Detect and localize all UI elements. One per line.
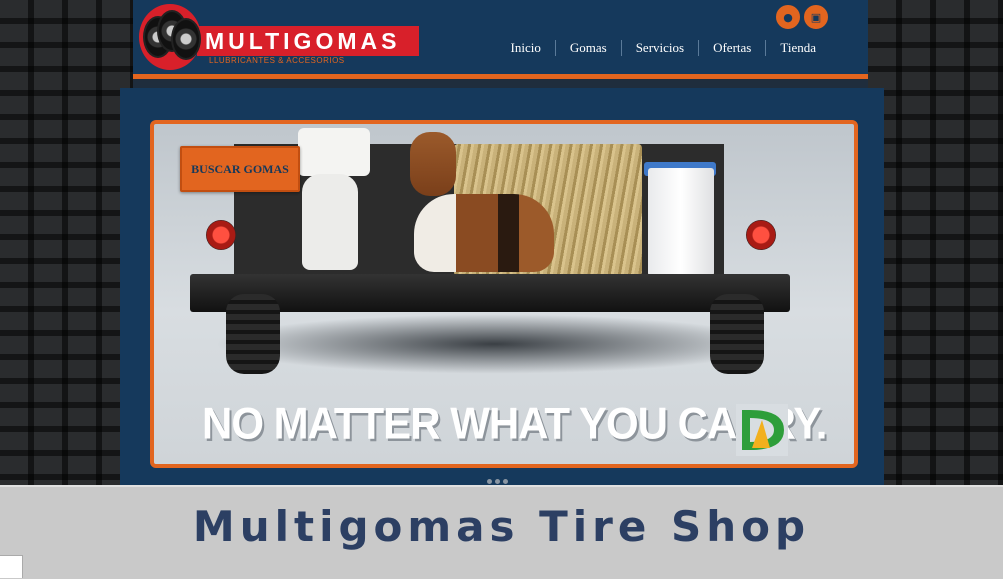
basset-hound-body bbox=[414, 194, 554, 272]
taillight-left bbox=[206, 220, 236, 250]
nav-item-tienda[interactable]: Tienda bbox=[765, 40, 830, 56]
nav-item-inicio[interactable]: Inicio bbox=[497, 40, 555, 56]
carousel-dots bbox=[487, 479, 508, 484]
carousel-dot[interactable] bbox=[487, 479, 492, 484]
header-icons: ● ▣ bbox=[776, 5, 828, 29]
nav-item-ofertas[interactable]: Ofertas bbox=[698, 40, 765, 56]
cart-icon[interactable]: ▣ bbox=[804, 5, 828, 29]
buscar-gomas-button[interactable]: BUSCAR GOMAS bbox=[180, 146, 300, 192]
site-header: MULTIGOMAS LLUBRICANTES & ACCESORIOS ● ▣… bbox=[133, 0, 868, 79]
main-nav: Inicio Gomas Servicios Ofertas Tienda bbox=[497, 40, 830, 56]
slide-slogan: NO MATTER WHAT YOU CARRY. bbox=[202, 398, 827, 449]
nav-item-gomas[interactable]: Gomas bbox=[554, 40, 621, 56]
tire-tread-background-right bbox=[868, 0, 1003, 485]
caption-bar: Multigomas Tire Shop bbox=[0, 485, 1003, 579]
carousel-dot[interactable] bbox=[495, 479, 500, 484]
truck-shadow bbox=[214, 314, 774, 374]
corner-tab bbox=[0, 555, 23, 578]
truck-wheel-right bbox=[710, 294, 764, 374]
logo-banner: MULTIGOMAS bbox=[197, 26, 419, 56]
taillight-right bbox=[746, 220, 776, 250]
carousel-dot[interactable] bbox=[503, 479, 508, 484]
user-icon[interactable]: ● bbox=[776, 5, 800, 29]
caption-title: Multigomas Tire Shop bbox=[192, 502, 811, 551]
hero-slide-image[interactable]: BUSCAR GOMAS NO MATTER WHAT YOU CARRY. bbox=[150, 120, 858, 468]
toilet-tank bbox=[298, 128, 370, 176]
paint-bucket bbox=[648, 168, 714, 276]
toilet-bowl bbox=[302, 174, 358, 270]
truck-bumper bbox=[190, 274, 790, 312]
tire-icon bbox=[171, 18, 201, 60]
nav-item-servicios[interactable]: Servicios bbox=[620, 40, 698, 56]
website: MULTIGOMAS LLUBRICANTES & ACCESORIOS ● ▣… bbox=[120, 0, 884, 485]
tire-tread-background-left bbox=[0, 0, 135, 485]
logo-tagline: LLUBRICANTES & ACCESORIOS bbox=[209, 56, 345, 65]
hero-slider: BUSCAR GOMAS NO MATTER WHAT YOU CARRY. bbox=[120, 88, 884, 485]
tires-icon bbox=[139, 4, 201, 70]
truck-wheel-left bbox=[226, 294, 280, 374]
logo[interactable]: MULTIGOMAS LLUBRICANTES & ACCESORIOS bbox=[139, 4, 419, 70]
tire-brand-logo-icon bbox=[736, 404, 788, 456]
basset-hound-head bbox=[410, 132, 456, 196]
logo-text: MULTIGOMAS bbox=[205, 28, 401, 54]
